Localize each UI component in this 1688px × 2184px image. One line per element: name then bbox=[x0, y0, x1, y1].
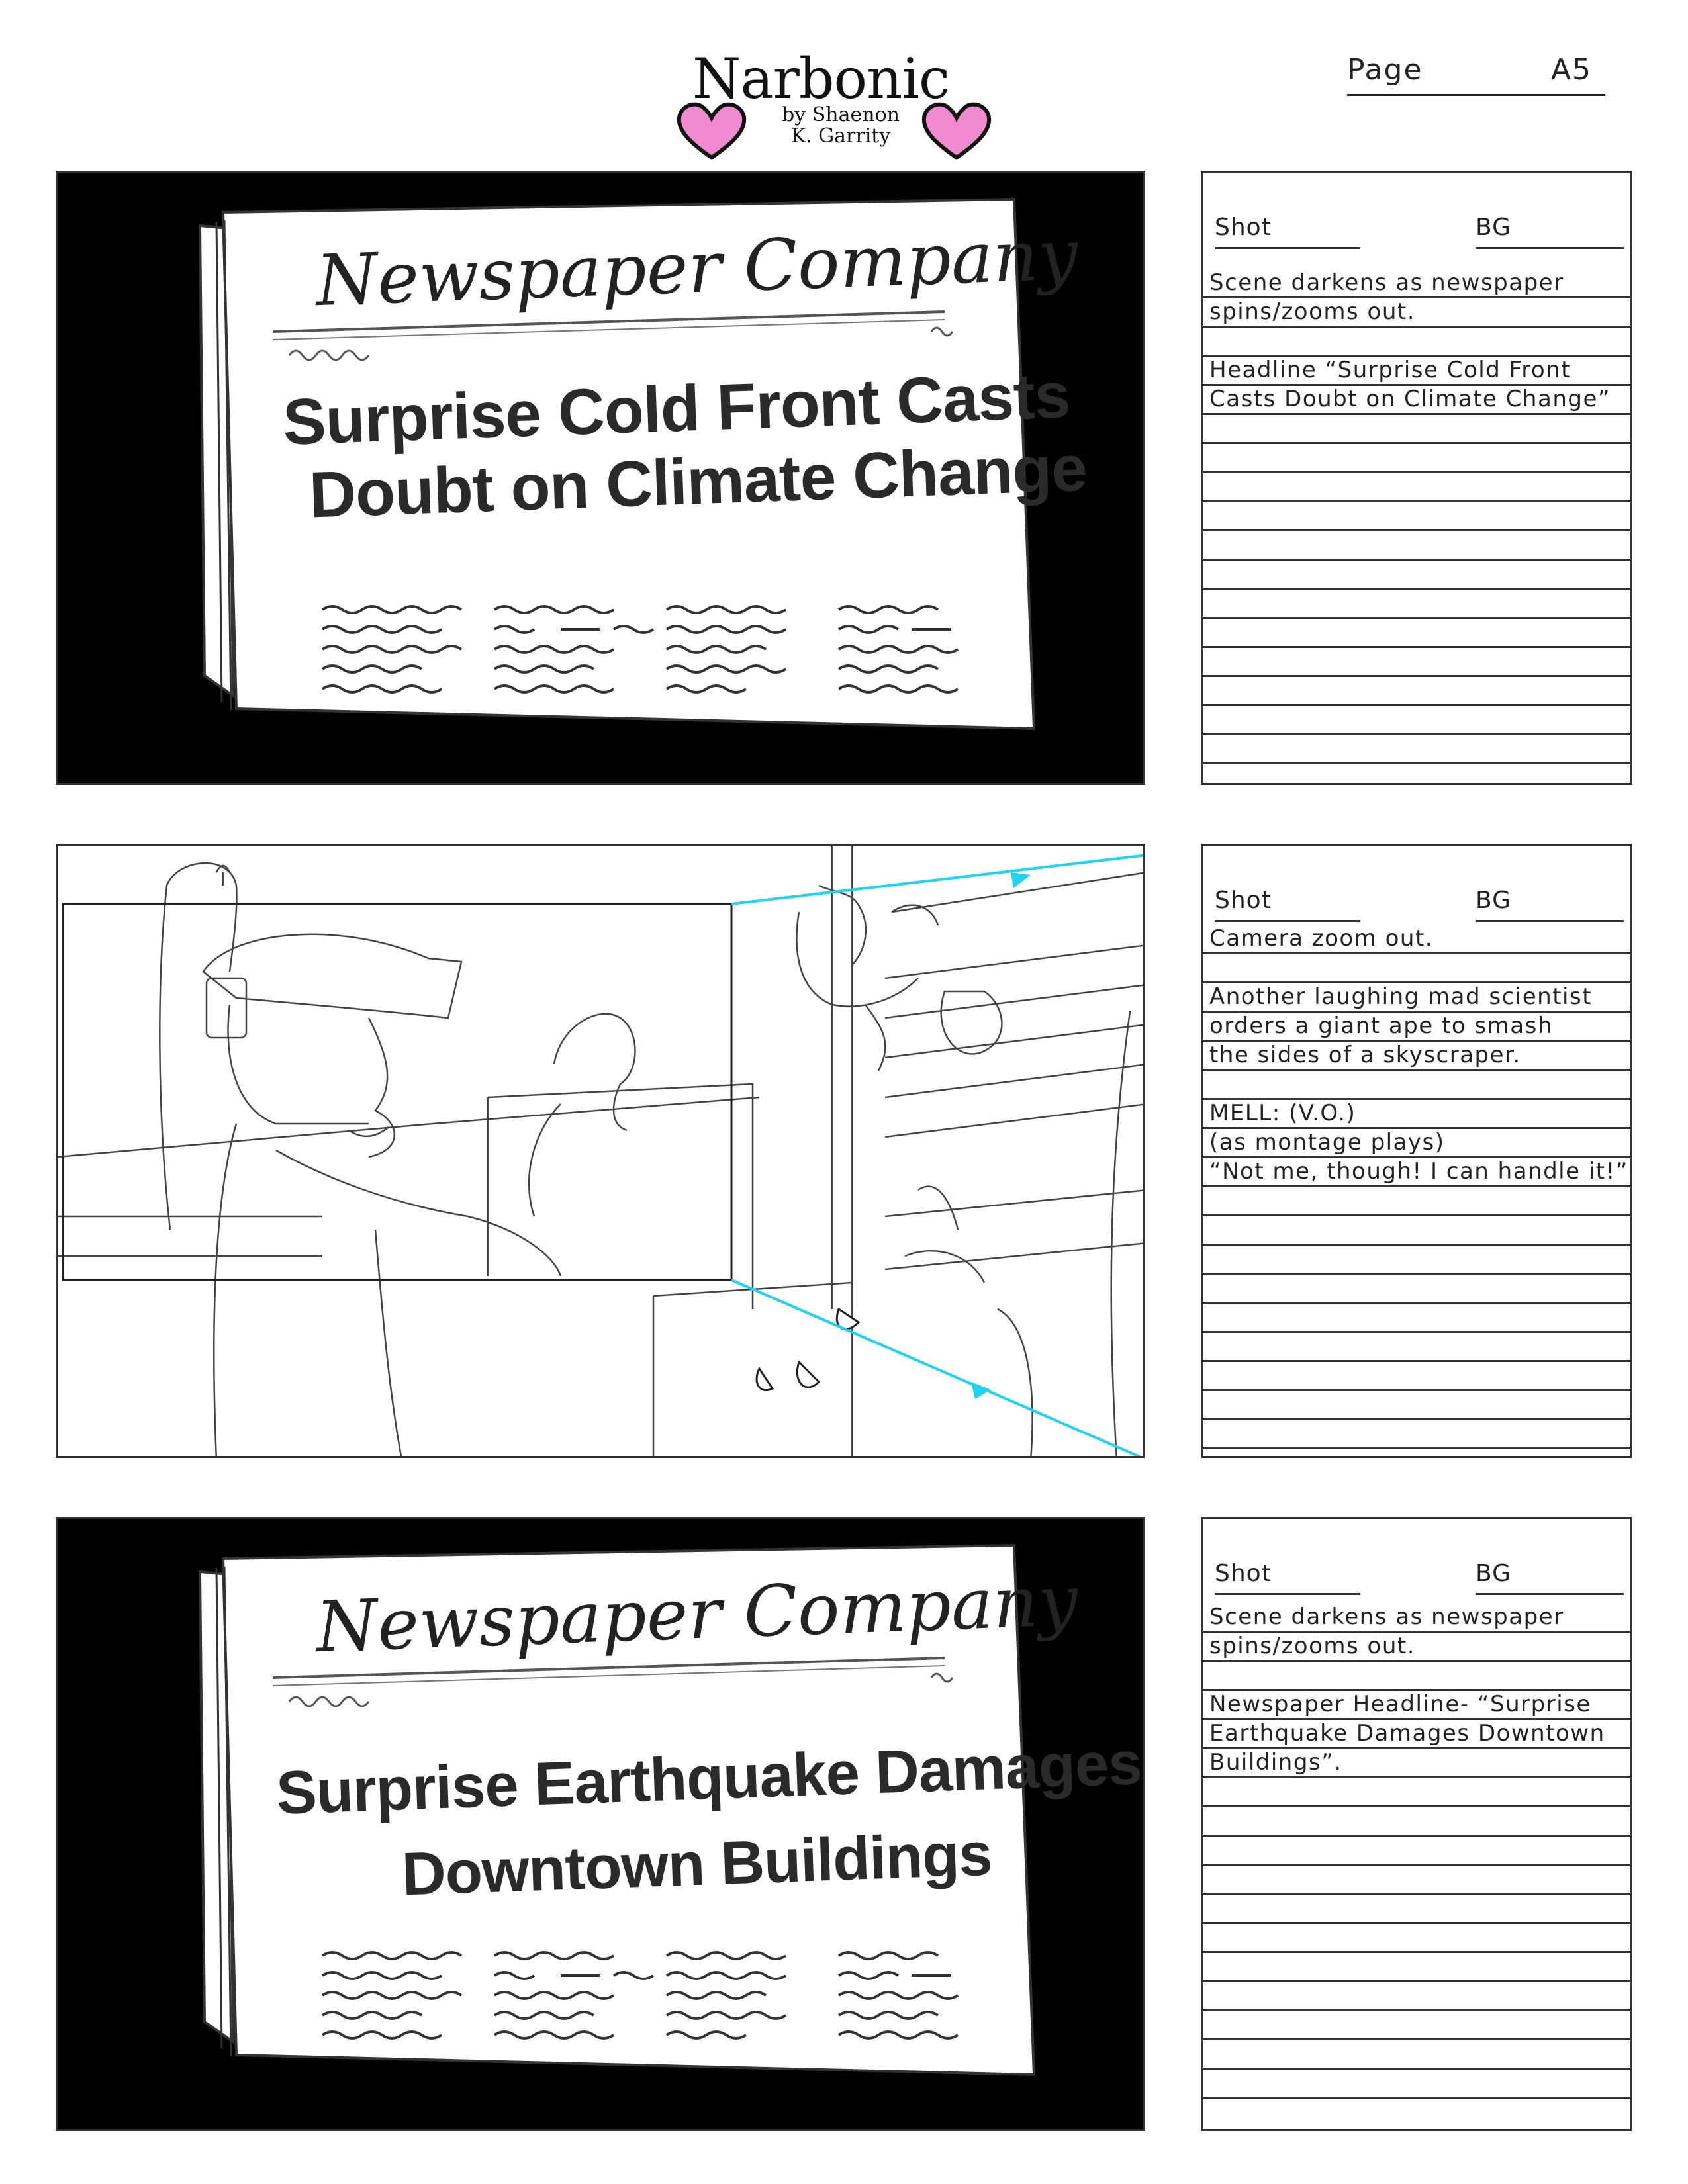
notes-lines: Scene darkens as newspaper spins/zooms o… bbox=[1203, 1604, 1630, 2099]
note-line bbox=[1203, 328, 1630, 357]
note-line: Casts Doubt on Climate Change” bbox=[1203, 386, 1630, 415]
narbonic-logo: Narbonic by Shaenon K. Garrity bbox=[675, 46, 993, 160]
note-line: Headline “Surprise Cold Front bbox=[1203, 357, 1630, 386]
page-number-field: Page A5 bbox=[1347, 53, 1605, 96]
note-line bbox=[1203, 677, 1630, 706]
note-line bbox=[1203, 735, 1630, 764]
note-line bbox=[1203, 1778, 1630, 1807]
note-line bbox=[1203, 1924, 1630, 1953]
note-line bbox=[1203, 561, 1630, 590]
note-line: the sides of a skyscraper. bbox=[1203, 1042, 1630, 1071]
note-line bbox=[1203, 1362, 1630, 1391]
note-line bbox=[1203, 1216, 1630, 1246]
panel-2-notes: Shot BG Camera zoom out. Another laughin… bbox=[1201, 844, 1632, 1458]
note-line: Scene darkens as newspaper bbox=[1203, 1604, 1630, 1633]
note-line: Buildings”. bbox=[1203, 1749, 1630, 1778]
note-line: spins/zooms out. bbox=[1203, 1633, 1630, 1662]
note-line: Earthquake Damages Downtown bbox=[1203, 1720, 1630, 1749]
note-line bbox=[1203, 1895, 1630, 1924]
note-line bbox=[1203, 1662, 1630, 1691]
note-line bbox=[1203, 2011, 1630, 2040]
note-line bbox=[1203, 531, 1630, 561]
logo-byline-line-2: K. Garrity bbox=[790, 124, 891, 148]
note-line bbox=[1203, 415, 1630, 444]
notes-lines: Scene darkens as newspaper spins/zooms o… bbox=[1203, 269, 1630, 764]
note-line bbox=[1203, 1837, 1630, 1866]
note-line: Camera zoom out. bbox=[1203, 925, 1630, 954]
note-line bbox=[1203, 2070, 1630, 2099]
right-heart-icon bbox=[921, 102, 992, 160]
note-line bbox=[1203, 1071, 1630, 1100]
storyboard-panel-2 bbox=[56, 844, 1145, 1458]
note-line: Another laughing mad scientist bbox=[1203, 983, 1630, 1013]
note-line bbox=[1203, 1391, 1630, 1420]
note-line: “Not me, though! I can handle it!” bbox=[1203, 1158, 1630, 1187]
note-line bbox=[1203, 1304, 1630, 1333]
note-line bbox=[1203, 502, 1630, 531]
shot-field: Shot bbox=[1215, 214, 1360, 249]
note-line bbox=[1203, 1246, 1630, 1275]
note-line bbox=[1203, 590, 1630, 619]
note-line bbox=[1203, 619, 1630, 648]
note-line bbox=[1203, 1982, 1630, 2011]
logo-byline-line-1: by Shaenon bbox=[782, 103, 900, 126]
note-line bbox=[1203, 954, 1630, 983]
note-line bbox=[1203, 473, 1630, 502]
note-line bbox=[1203, 706, 1630, 735]
note-line: Scene darkens as newspaper bbox=[1203, 269, 1630, 298]
page-number: A5 bbox=[1550, 53, 1592, 87]
panel-3-notes: Shot BG Scene darkens as newspaper spins… bbox=[1201, 1517, 1632, 2131]
note-line: MELL: (V.O.) bbox=[1203, 1100, 1630, 1129]
note-line bbox=[1203, 648, 1630, 677]
note-line bbox=[1203, 444, 1630, 473]
note-line: (as montage plays) bbox=[1203, 1129, 1630, 1158]
shot-field: Shot bbox=[1215, 1560, 1360, 1595]
page-label: Page bbox=[1347, 53, 1423, 87]
note-line bbox=[1203, 1187, 1630, 1216]
mad-scientist-ape-sketch bbox=[58, 846, 1143, 1456]
note-line bbox=[1203, 1866, 1630, 1895]
bg-field: BG bbox=[1476, 887, 1624, 922]
note-line: Newspaper Headline- “Surprise bbox=[1203, 1691, 1630, 1720]
bg-field: BG bbox=[1476, 214, 1624, 249]
note-line bbox=[1203, 1420, 1630, 1449]
note-line bbox=[1203, 1807, 1630, 1837]
storyboard-panel-3: Newspaper Company Surprise Earthquake Da… bbox=[56, 1517, 1145, 2131]
left-heart-icon bbox=[677, 102, 747, 160]
panel-1-notes: Shot BG Scene darkens as newspaper spins… bbox=[1201, 171, 1632, 785]
zoom-frame bbox=[62, 903, 733, 1281]
note-line bbox=[1203, 2040, 1630, 2070]
notes-lines: Camera zoom out. Another laughing mad sc… bbox=[1203, 925, 1630, 1449]
storyboard-panel-1: Newspaper Company Surprise Cold Front Ca… bbox=[56, 171, 1145, 785]
note-line bbox=[1203, 1275, 1630, 1304]
note-line bbox=[1203, 1953, 1630, 1982]
note-line: orders a giant ape to smash bbox=[1203, 1013, 1630, 1042]
bg-field: BG bbox=[1476, 1560, 1624, 1595]
logo-byline: by Shaenon K. Garrity bbox=[761, 105, 920, 147]
note-line bbox=[1203, 1333, 1630, 1362]
shot-field: Shot bbox=[1215, 887, 1360, 922]
note-line: spins/zooms out. bbox=[1203, 298, 1630, 328]
